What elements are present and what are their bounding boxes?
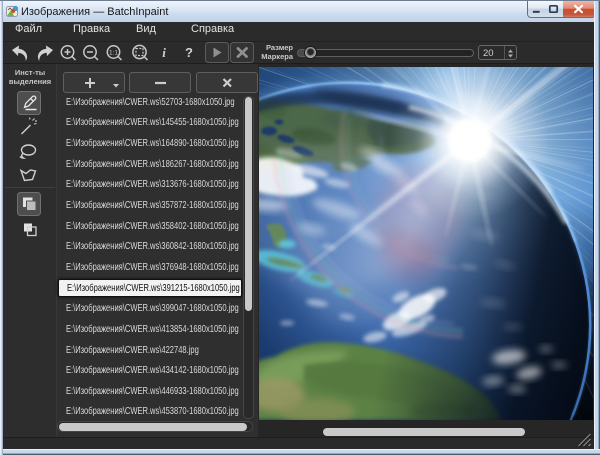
svg-text:1:1: 1:1 [109,50,118,57]
svg-text:i: i [162,45,166,60]
svg-text:?: ? [185,45,193,60]
